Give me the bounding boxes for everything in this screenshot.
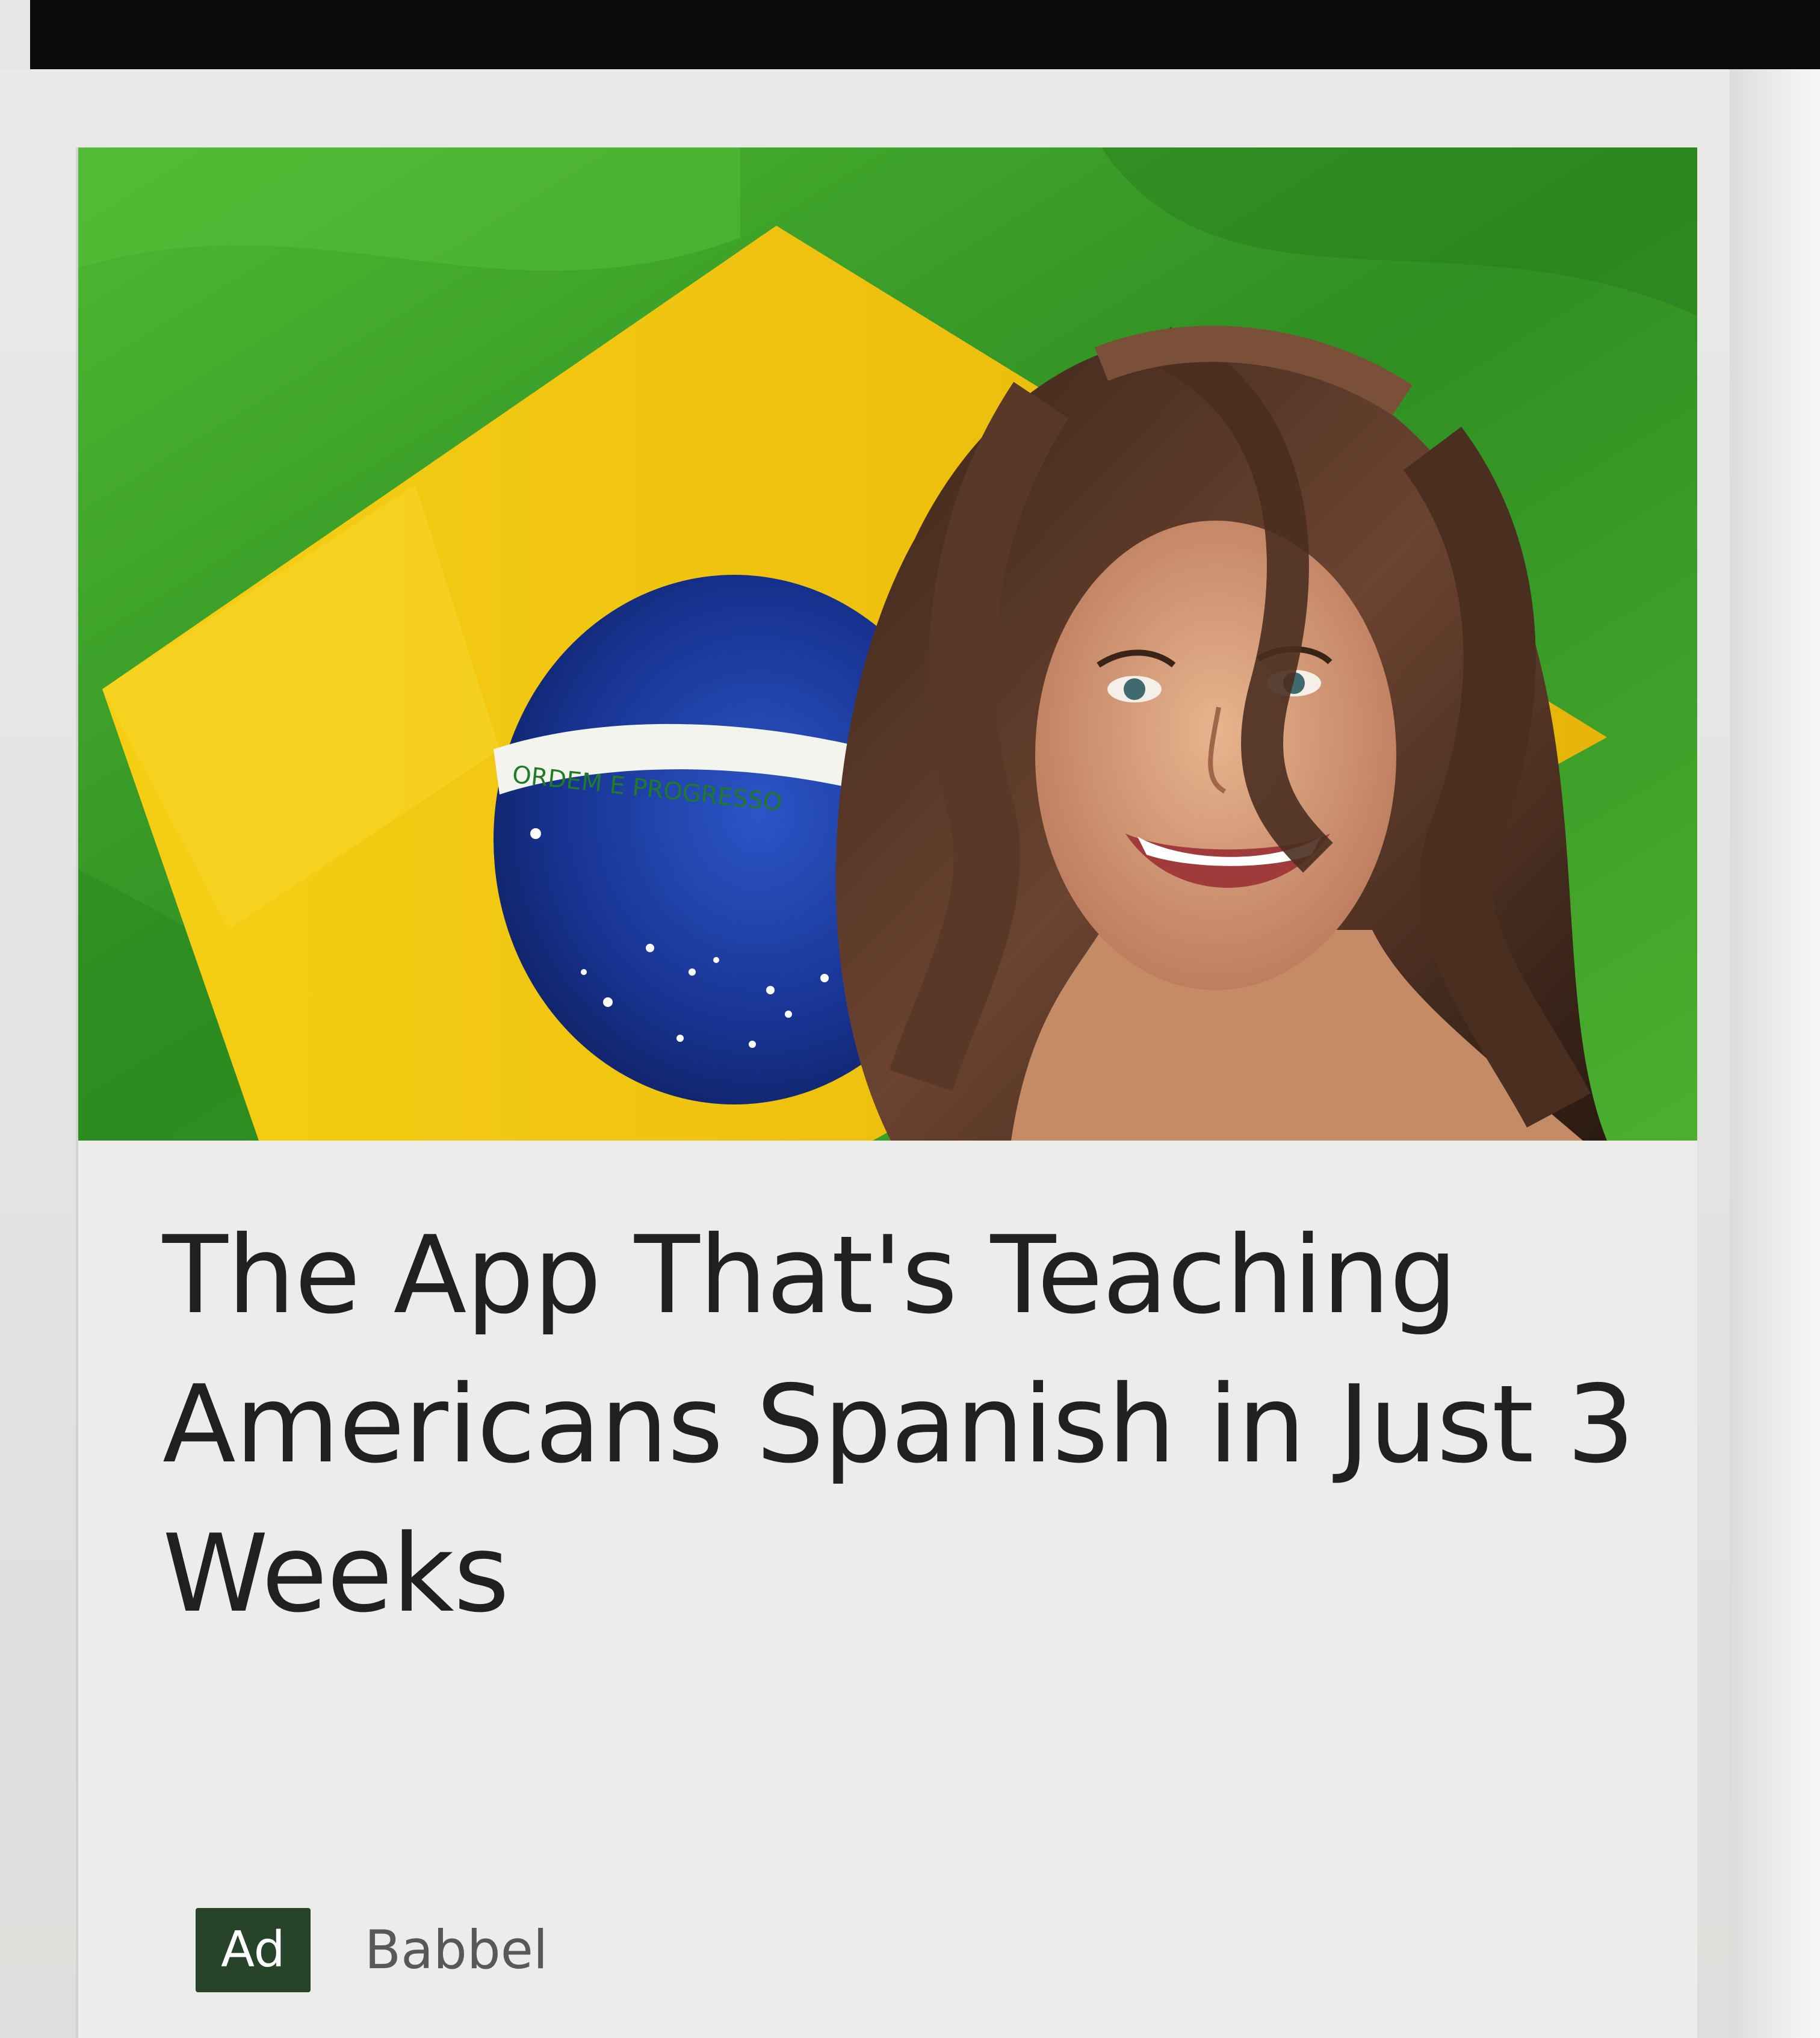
ad-image[interactable]: ORDEM E PROGRESSO (78, 147, 1697, 1141)
ad-footer: Ad Babbel (196, 1905, 548, 1995)
brazil-flag-woman-illustration: ORDEM E PROGRESSO (78, 147, 1697, 1141)
ad-headline[interactable]: The App That's Teaching Americans Spanis… (162, 1201, 1655, 1649)
ad-badge: Ad (196, 1908, 311, 1992)
monitor-top-bar (30, 0, 1820, 69)
advertiser-name[interactable]: Babbel (365, 1908, 548, 1992)
ad-card[interactable]: ORDEM E PROGRESSO The App That's Teachin… (78, 147, 1697, 2038)
page-right-edge (1730, 69, 1820, 2038)
